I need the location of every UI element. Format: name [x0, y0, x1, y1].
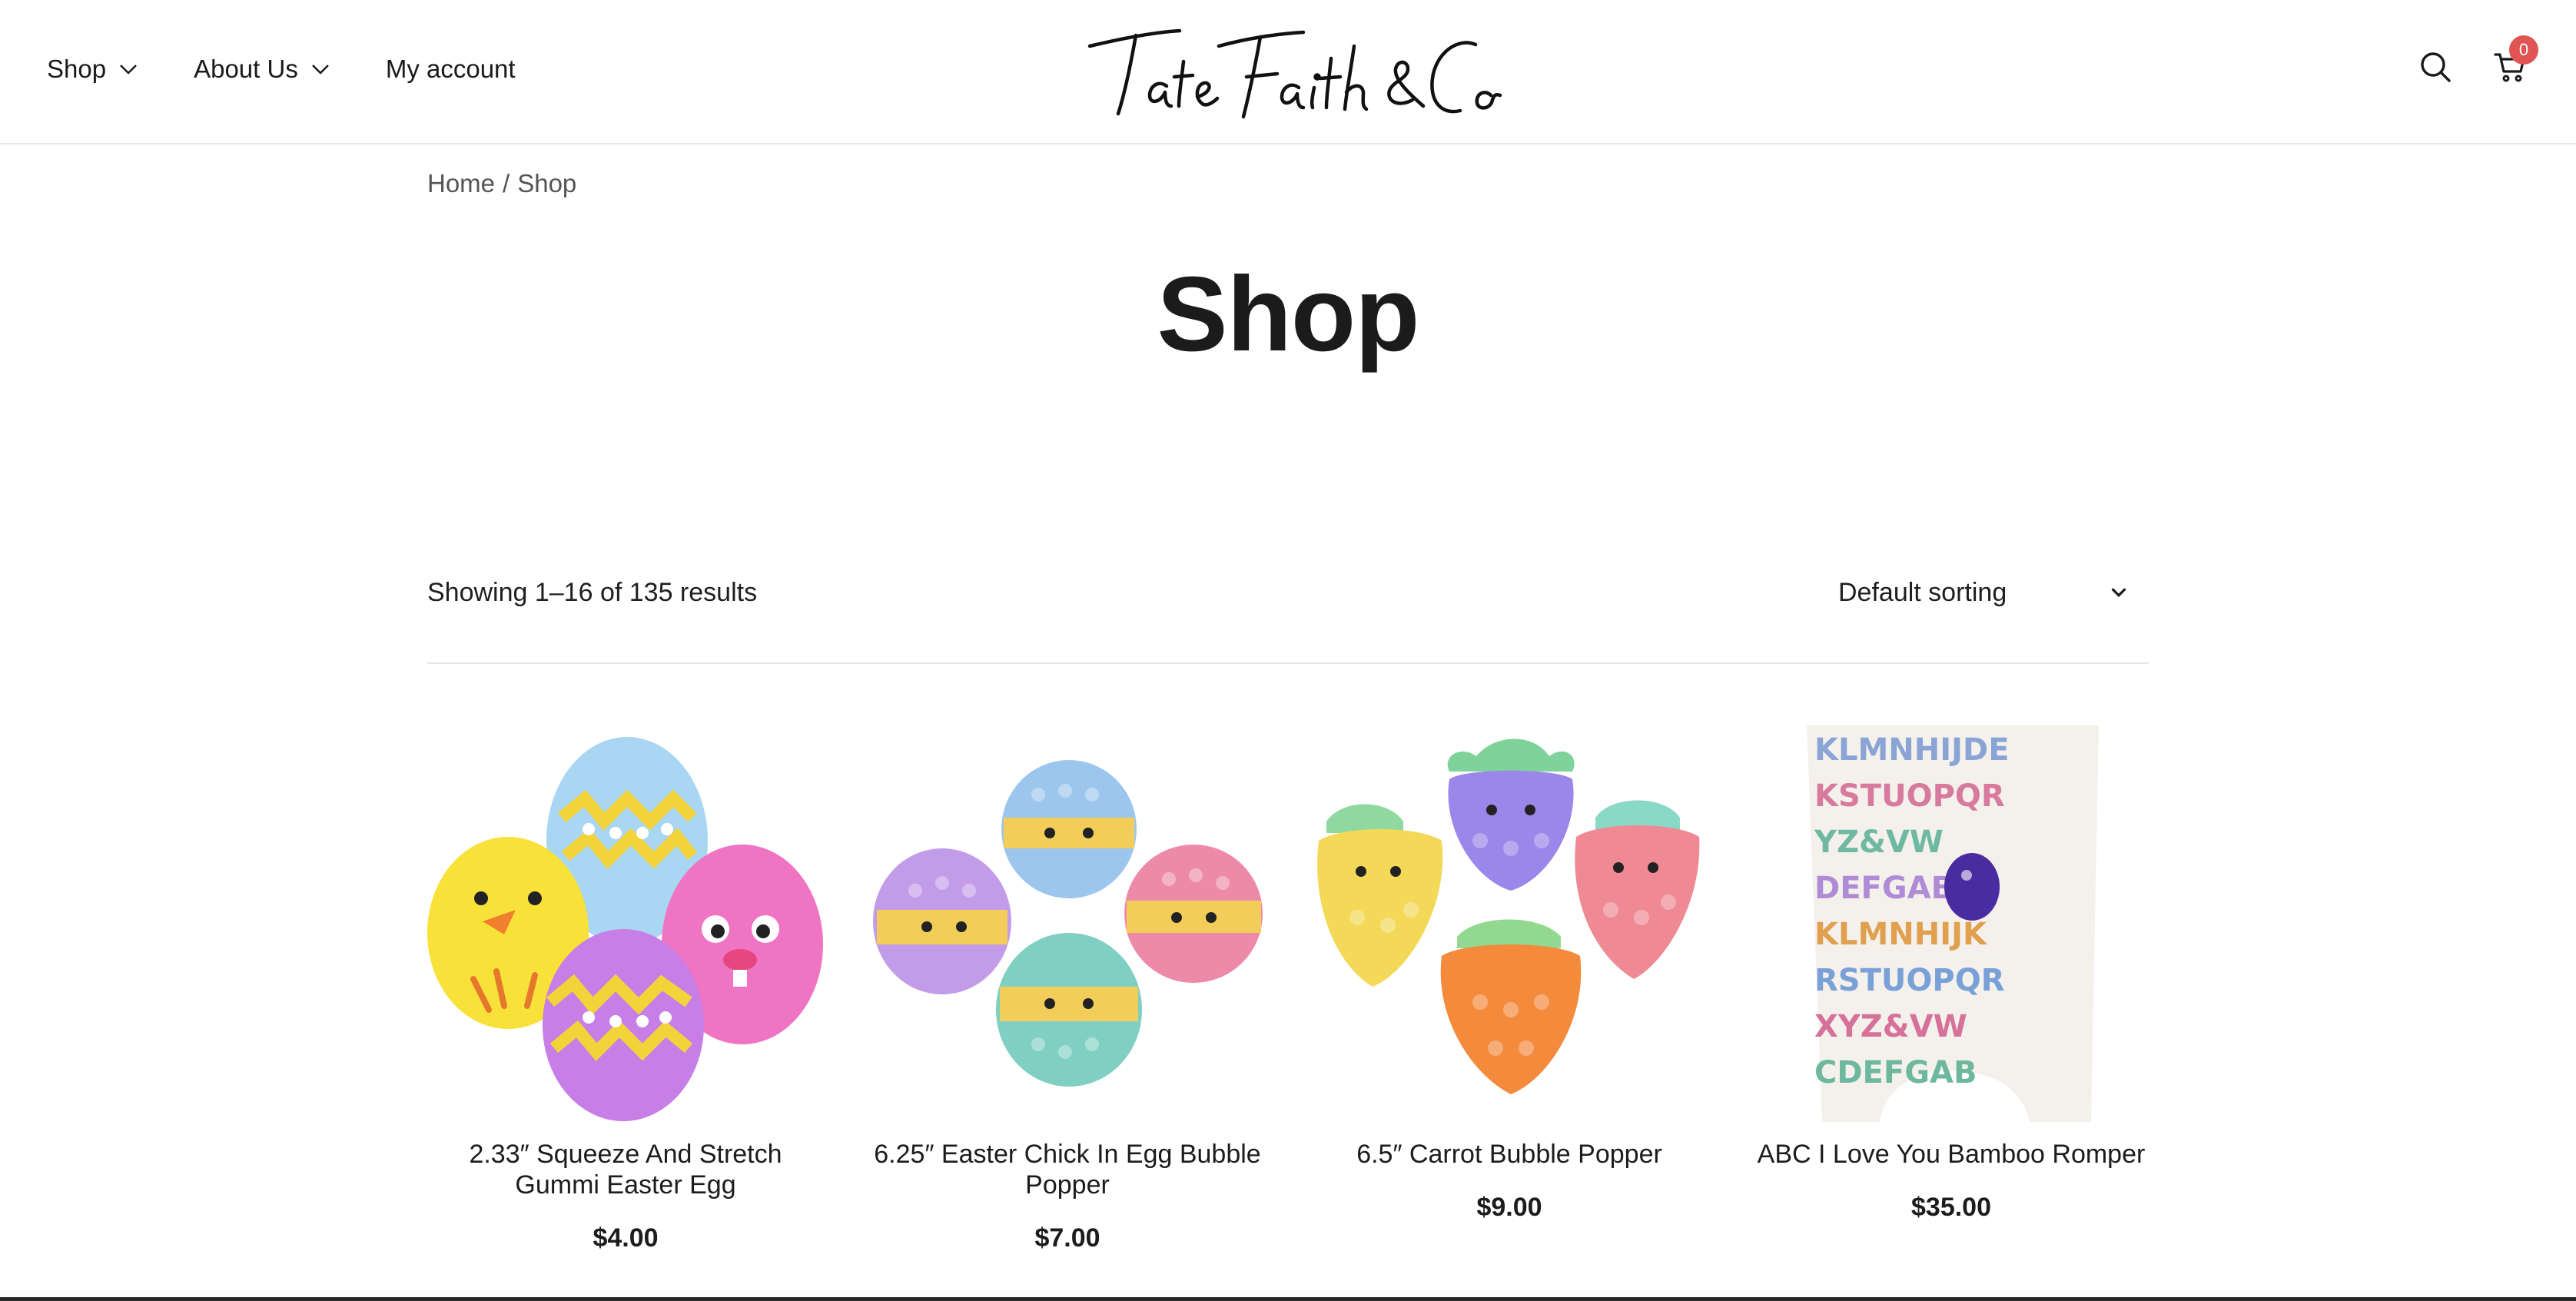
breadcrumb: Home / Shop [427, 169, 576, 198]
svg-text:XYZ&VW: XYZ&VW [1814, 1009, 1967, 1044]
sorting-select[interactable]: Default sorting [1838, 570, 2130, 615]
product-price: $7.00 [1034, 1223, 1100, 1253]
product-price: $9.00 [1476, 1193, 1542, 1222]
product-image[interactable] [869, 725, 1266, 1122]
cart-count-badge: 0 [2509, 35, 2538, 65]
svg-text:KLMNHIJDE: KLMNHIJDE [1814, 732, 2010, 768]
product-image[interactable]: KLMNHIJDE KSTUOPQR YZ&VW DEFGAB KLMNHIJK… [1753, 725, 2149, 1122]
breadcrumb-separator: / [503, 169, 510, 197]
product-title[interactable]: 6.25″ Easter Chick In Egg Bubble Popper [869, 1139, 1266, 1200]
divider [427, 662, 2149, 664]
chevron-down-icon [120, 65, 137, 75]
svg-text:RSTUOPQR: RSTUOPQR [1814, 963, 2005, 998]
nav-item-label: My account [385, 55, 516, 83]
product-title[interactable]: 6.5″ Carrot Bubble Popper [1311, 1139, 1708, 1170]
product-title[interactable]: ABC I Love You Bamboo Romper [1753, 1139, 2149, 1170]
breadcrumb-home-link[interactable]: Home [427, 169, 495, 198]
product-card: 6.5″ Carrot Bubble Popper $9.00 [1311, 725, 1708, 1223]
product-card: 2.33″ Squeeze And Stretch Gummi Easter E… [427, 725, 824, 1253]
svg-text:YZ&VW: YZ&VW [1814, 825, 1944, 860]
nav-item-about-us[interactable]: About Us [194, 55, 332, 84]
svg-text:CDEFGAB: CDEFGAB [1814, 1055, 1977, 1090]
search-icon [2421, 52, 2451, 82]
nav-item-my-account[interactable]: My account [386, 55, 516, 84]
page-title: Shop [1157, 255, 1420, 373]
chevron-down-icon [311, 65, 329, 75]
product-price: $4.00 [593, 1223, 659, 1253]
header-icons: 0 [2412, 35, 2538, 94]
cart-button[interactable]: 0 [2488, 35, 2538, 94]
product-price: $35.00 [1911, 1193, 1991, 1222]
product-image[interactable] [1311, 725, 1708, 1122]
svg-text:KLMNHIJK: KLMNHIJK [1814, 917, 1988, 952]
main-nav: Shop About Us My account [47, 46, 569, 92]
nav-item-label: About Us [194, 55, 298, 83]
product-title[interactable]: 2.33″ Squeeze And Stretch Gummi Easter E… [427, 1139, 824, 1200]
chevron-down-icon [2111, 588, 2126, 598]
bottom-edge [0, 1297, 2576, 1301]
site-logo[interactable] [1076, 15, 1506, 131]
search-button[interactable] [2412, 40, 2458, 94]
nav-item-label: Shop [47, 55, 107, 83]
breadcrumb-current: Shop [517, 169, 577, 197]
svg-text:KSTUOPQR: KSTUOPQR [1814, 778, 2005, 814]
result-count: Showing 1–16 of 135 results [427, 578, 758, 607]
sorting-selected-label: Default sorting [1838, 577, 2007, 607]
product-card: KLMNHIJDE KSTUOPQR YZ&VW DEFGAB KLMNHIJK… [1753, 725, 2149, 1223]
product-card: 6.25″ Easter Chick In Egg Bubble Popper … [869, 725, 1266, 1253]
nav-item-shop[interactable]: Shop [47, 55, 140, 84]
svg-text:DEFGAB: DEFGAB [1814, 871, 1954, 906]
product-image[interactable] [427, 725, 824, 1122]
site-header: Shop About Us My account 0 [0, 0, 2576, 144]
